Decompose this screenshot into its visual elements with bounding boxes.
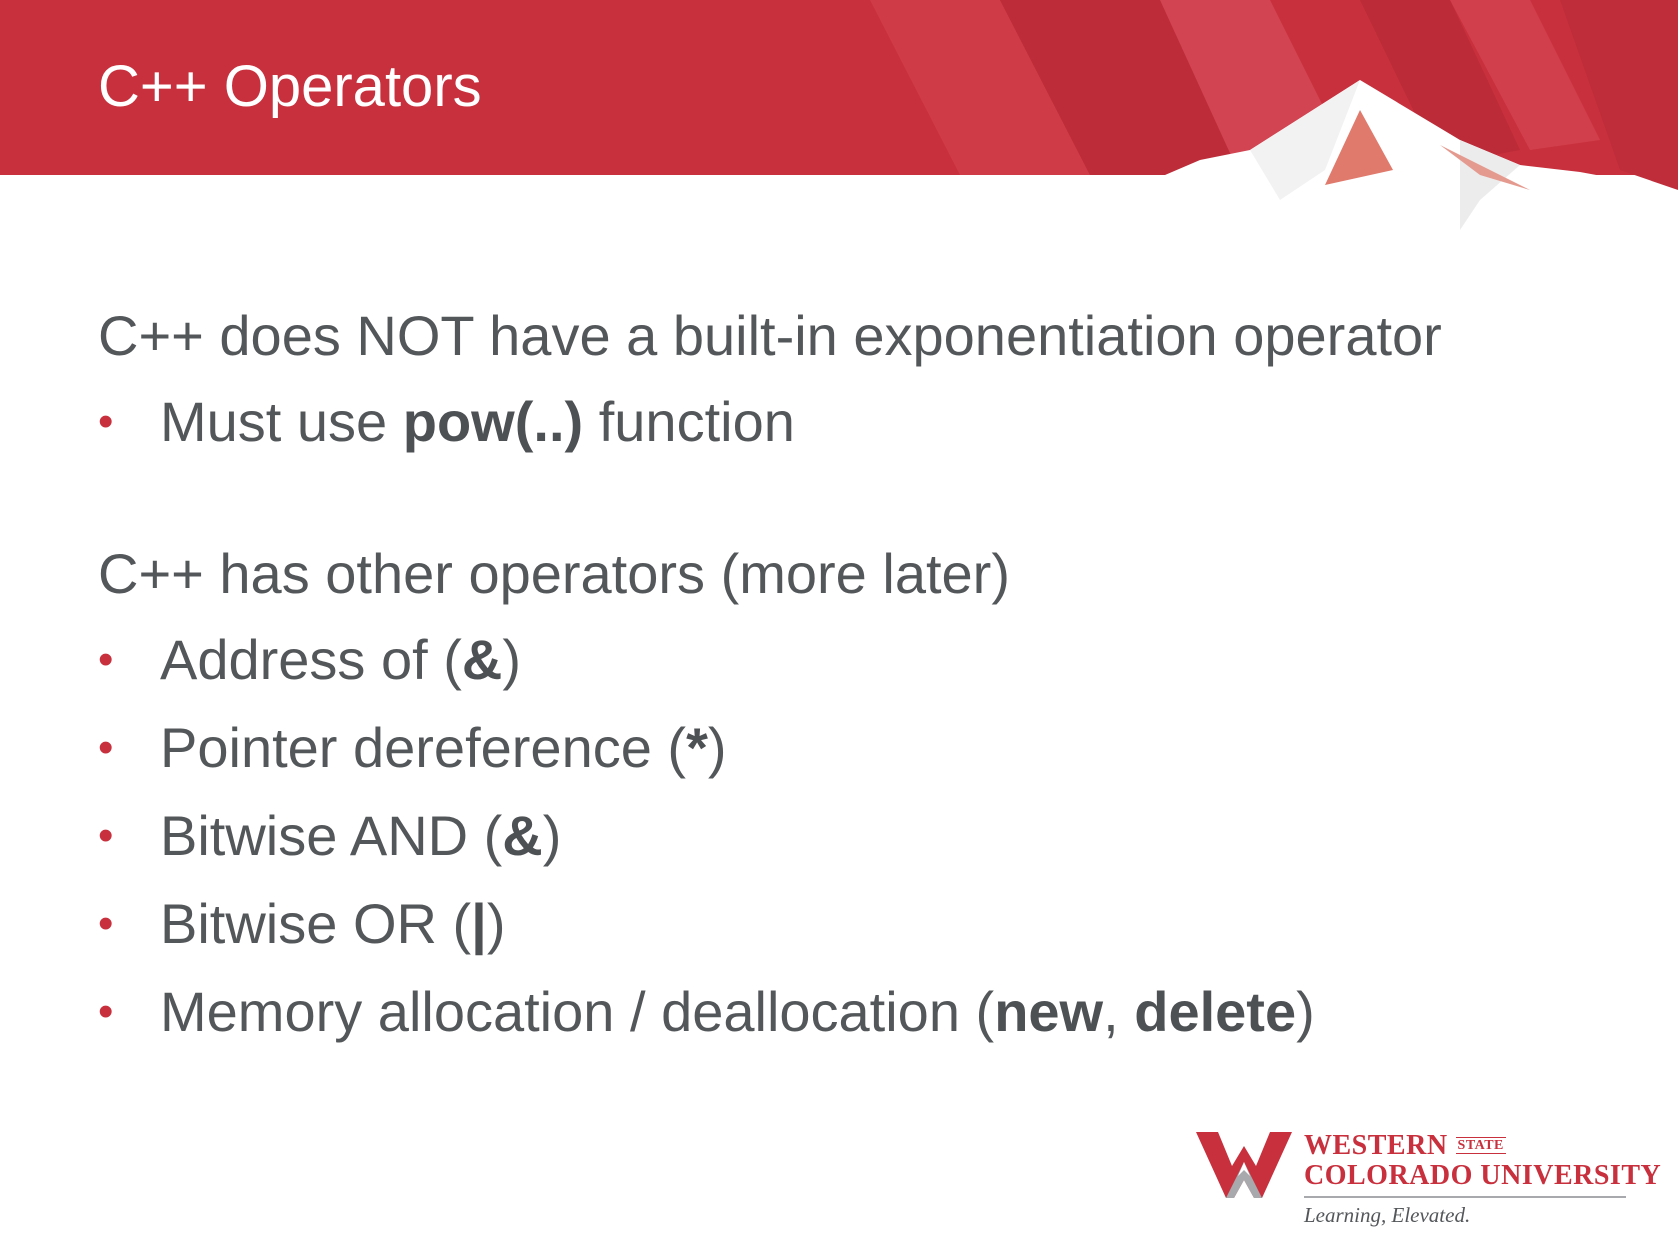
logo-line-1: WESTERN STATE	[1304, 1130, 1506, 1162]
bullet-text: )	[542, 804, 562, 867]
bullet-text: ,	[1103, 980, 1135, 1043]
bullet-text: Bitwise AND (	[160, 804, 503, 867]
bullet-text: Address of (	[160, 628, 462, 691]
slide-title: C++ Operators	[98, 54, 482, 119]
bullet-dot-icon: •	[98, 811, 114, 860]
list-item: • Pointer dereference (*)	[98, 712, 1618, 784]
university-logo: WESTERN STATE COLORADO UNIVERSITY Learnin…	[1196, 1128, 1661, 1228]
bullet-dot-icon: •	[98, 723, 114, 772]
bullet-text: )	[486, 892, 506, 955]
bullet-text: Memory allocation / deallocation (	[160, 980, 995, 1043]
bullet-text: )	[1296, 980, 1315, 1043]
bullet-text: )	[502, 628, 522, 691]
bullet-text: Pointer dereference (	[160, 716, 687, 779]
bullet-list: • Must use pow(..) function	[98, 386, 1618, 458]
w-mountain-logo-icon	[1196, 1132, 1292, 1198]
list-item: • Memory allocation / deallocation (new,…	[98, 976, 1618, 1048]
bullet-bold-text: *	[686, 716, 708, 779]
bullet-dot-icon: •	[98, 987, 114, 1036]
logo-tagline: Learning, Elevated.	[1304, 1203, 1471, 1227]
bullet-dot-icon: •	[98, 397, 114, 446]
logo-divider	[1304, 1196, 1626, 1198]
section-heading: C++ does NOT have a built-in exponentiat…	[98, 304, 1442, 367]
bullet-text: )	[707, 716, 727, 779]
logo-state: STATE	[1455, 1137, 1506, 1154]
bullet-bold-text: pow(..)	[402, 390, 584, 453]
header-banner	[0, 0, 1678, 250]
bullet-bold-text: &	[461, 628, 503, 691]
bullet-bold-text: delete	[1134, 980, 1297, 1043]
bullet-text: Must use	[160, 390, 403, 453]
bullet-bold-text: new	[994, 980, 1104, 1043]
logo-line-2: COLORADO UNIVERSITY	[1304, 1160, 1662, 1191]
bullet-list: • Address of (&) • Pointer dereference (…	[98, 624, 1618, 1048]
bullet-bold-text: &	[502, 804, 543, 867]
bullet-dot-icon: •	[98, 635, 114, 684]
list-item: • Bitwise AND (&)	[98, 800, 1618, 872]
logo-western: WESTERN	[1304, 1130, 1448, 1161]
list-item: • Address of (&)	[98, 624, 1618, 696]
bullet-text: function	[583, 390, 795, 453]
bullet-dot-icon: •	[98, 899, 114, 948]
slide: C++ Operators C++ does NOT have a built-…	[0, 0, 1678, 1254]
section-heading: C++ has other operators (more later)	[98, 542, 1010, 605]
bullet-text: Bitwise OR (	[160, 892, 472, 955]
list-item: • Bitwise OR (|)	[98, 888, 1618, 960]
slide-content: C++ does NOT have a built-in exponentiat…	[98, 300, 1618, 1048]
list-item: • Must use pow(..) function	[98, 386, 1618, 458]
bullet-bold-text: |	[471, 892, 487, 955]
